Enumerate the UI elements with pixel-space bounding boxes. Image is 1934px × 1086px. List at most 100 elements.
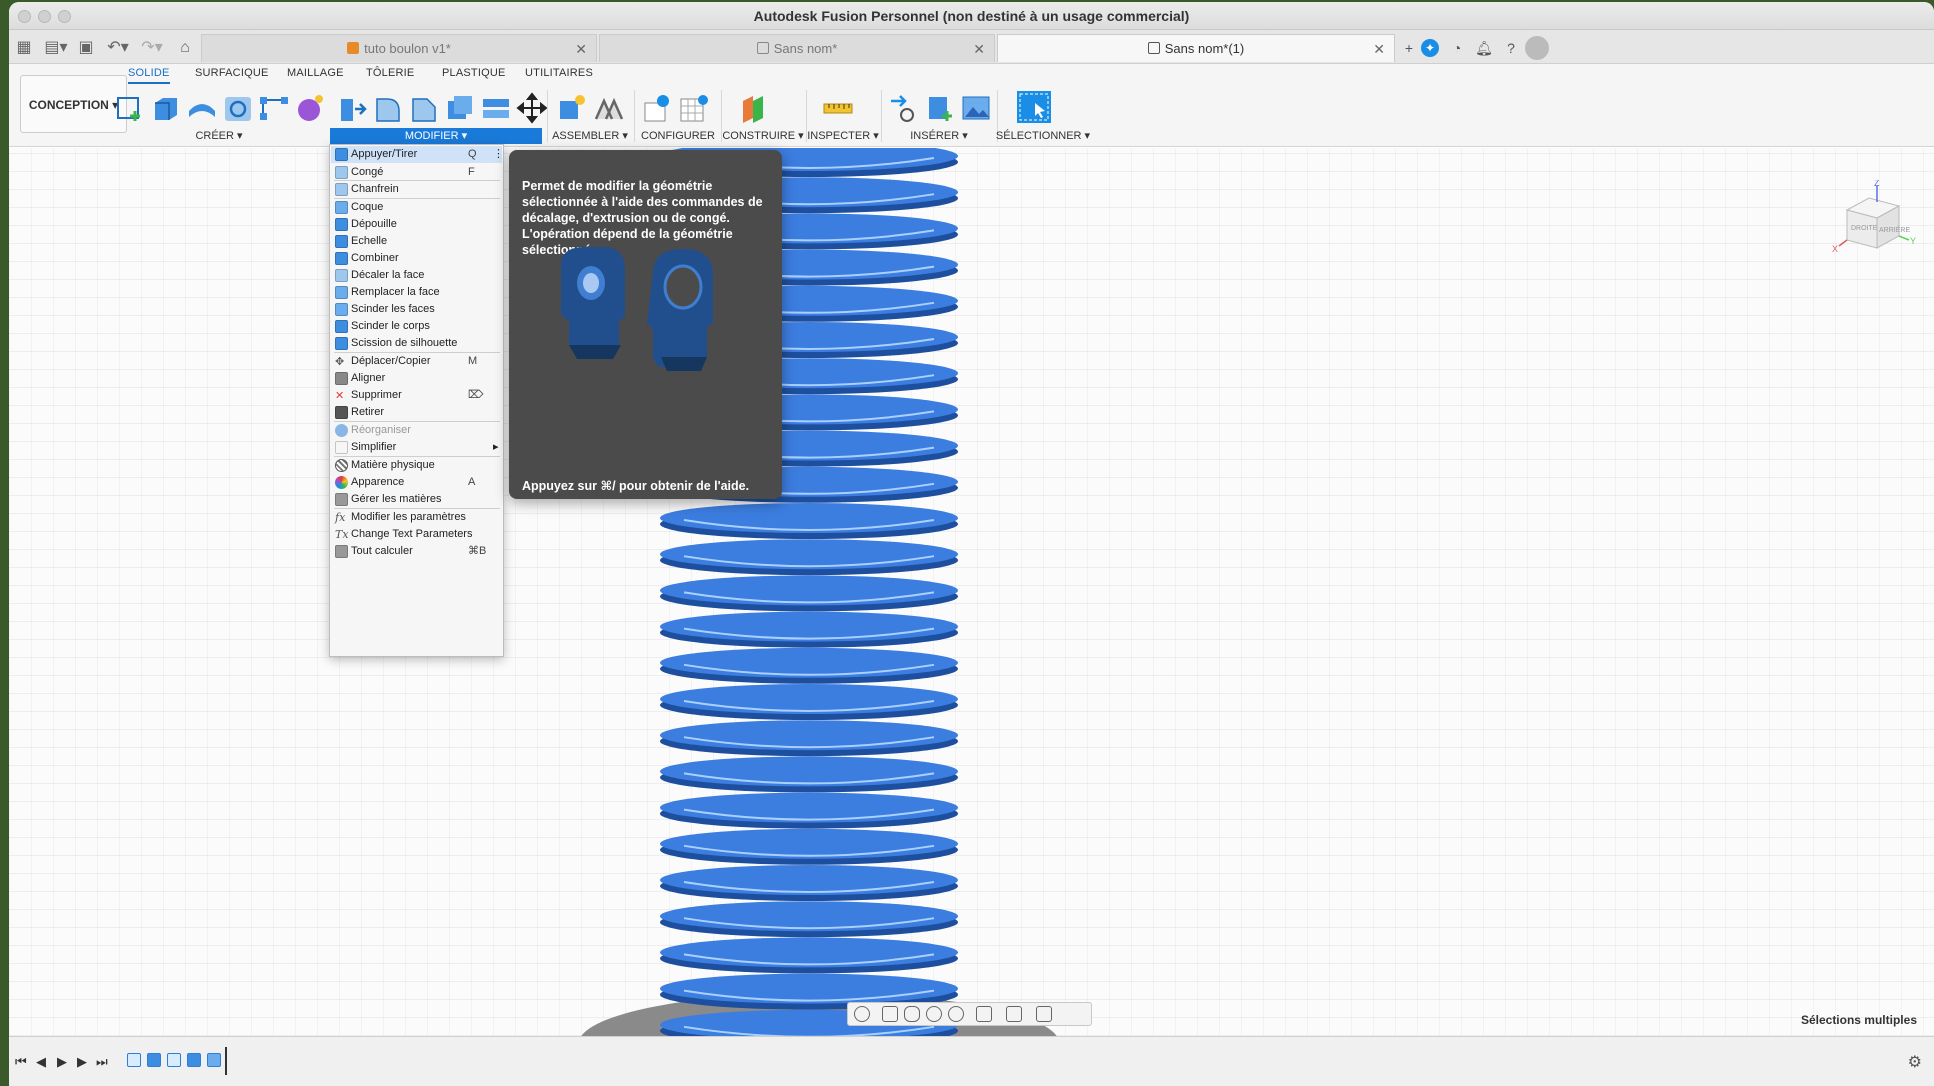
play-icon[interactable]: ▶ <box>57 1054 67 1070</box>
extrude-icon[interactable] <box>149 91 183 125</box>
group-inspecter[interactable]: INSPECTER ▾ <box>806 128 880 144</box>
revolve-icon[interactable] <box>185 91 219 125</box>
save-icon[interactable]: ▣ <box>75 37 97 59</box>
menu-item-silhouette-split[interactable]: Scission de silhouette <box>331 335 502 352</box>
chamfer-icon[interactable] <box>407 91 441 125</box>
grid-apps-icon[interactable]: ▦ <box>13 37 35 59</box>
configure-icon[interactable] <box>641 91 675 125</box>
menu-item-fx[interactable]: fx Modifier les paramètres <box>331 509 502 526</box>
3d-viewport[interactable]: DROITE ARRIÈRE Z X Y Sélections multiple… <box>9 148 1934 1036</box>
home-icon[interactable]: ⌂ <box>174 37 196 59</box>
menu-item-physical-material[interactable]: Matière physique <box>331 457 502 474</box>
configuration-table-icon[interactable] <box>677 91 711 125</box>
group-assembler[interactable]: ASSEMBLER ▾ <box>549 128 631 144</box>
close-tab-icon[interactable]: ✕ <box>973 35 985 63</box>
new-component-icon[interactable] <box>555 91 589 125</box>
more-options-icon[interactable]: ⋮ <box>493 146 504 163</box>
close-tab-icon[interactable]: ✕ <box>1373 35 1385 63</box>
tab-tolerie[interactable]: TÔLERIE <box>366 67 414 79</box>
select-icon[interactable] <box>1015 89 1053 125</box>
press-pull-icon[interactable] <box>335 91 369 125</box>
menu-item-appearance[interactable]: Apparence A <box>331 474 502 491</box>
tab-surfacique[interactable]: SURFACIQUE <box>195 67 269 79</box>
tab-tuto-boulon[interactable]: tuto boulon v1* ✕ <box>201 34 597 62</box>
menu-item-align[interactable]: Aligner <box>331 370 502 387</box>
go-to-start-icon[interactable]: ⏮ <box>15 1054 27 1070</box>
menu-item-chamfer[interactable]: Chanfrein <box>331 181 502 198</box>
redo-icon[interactable]: ↷▾ <box>137 37 167 59</box>
zoom-icon[interactable] <box>926 1006 942 1022</box>
menu-item-compute[interactable]: Tout calculer ⌘B <box>331 543 502 560</box>
group-inserer[interactable]: INSÉRER ▾ <box>885 128 993 144</box>
fit-icon[interactable] <box>948 1006 964 1022</box>
menu-item-tx[interactable]: Tx Change Text Parameters <box>331 526 502 543</box>
display-settings-icon[interactable] <box>976 1006 992 1022</box>
tab-sans-nom[interactable]: Sans nom* ✕ <box>599 34 995 62</box>
tab-solide[interactable]: SOLIDE <box>128 67 170 84</box>
tab-maillage[interactable]: MAILLAGE <box>287 67 344 79</box>
menu-item-split-body[interactable]: Scinder le corps <box>331 318 502 335</box>
form-icon[interactable] <box>293 91 327 125</box>
undo-icon[interactable]: ↶▾ <box>103 37 133 59</box>
insert-derive-icon[interactable] <box>887 91 921 125</box>
help-icon[interactable]: ? <box>1499 36 1523 60</box>
menu-item-delete[interactable]: ✕ Supprimer ⌦ <box>331 387 502 404</box>
create-sketch-icon[interactable] <box>113 91 147 125</box>
shell-icon[interactable] <box>443 91 477 125</box>
menu-item-manage-materials[interactable]: Gérer les matières <box>331 491 502 508</box>
timeline-feature-extrude[interactable] <box>147 1053 161 1067</box>
move-copy-icon[interactable] <box>515 91 549 125</box>
timeline-marker[interactable] <box>225 1047 227 1075</box>
workspace-selector[interactable]: CONCEPTION ▾ <box>20 75 127 133</box>
go-to-end-icon[interactable]: ⏭ <box>96 1054 108 1070</box>
menu-item-fillet[interactable]: Congé F <box>331 164 502 181</box>
fillet-icon[interactable] <box>371 91 405 125</box>
close-tab-icon[interactable]: ✕ <box>575 35 587 63</box>
menu-item-press-pull[interactable]: Appuyer/Tirer Q ⋮ <box>331 146 504 163</box>
hole-icon[interactable] <box>221 91 255 125</box>
menu-item-split-face[interactable]: Scinder les faces <box>331 301 502 318</box>
menu-item-offset-face[interactable]: Décaler la face <box>331 267 502 284</box>
viewports-icon[interactable] <box>1036 1006 1052 1022</box>
menu-item-rearrange[interactable]: Réorganiser <box>331 422 502 439</box>
look-at-icon[interactable] <box>882 1006 898 1022</box>
job-status-icon[interactable]: ◔ <box>1445 36 1469 60</box>
timeline-feature-extrude[interactable] <box>187 1053 201 1067</box>
group-construire[interactable]: CONSTRUIRE ▾ <box>721 128 805 144</box>
grid-settings-icon[interactable] <box>1006 1006 1022 1022</box>
tab-sans-nom-1[interactable]: Sans nom*(1) ✕ <box>997 34 1395 62</box>
orbit-icon[interactable] <box>854 1006 870 1022</box>
menu-item-combine[interactable]: Combiner <box>331 250 502 267</box>
step-forward-icon[interactable]: ▶ <box>77 1054 87 1070</box>
menu-item-scale[interactable]: Echelle <box>331 233 502 250</box>
combine-icon[interactable] <box>479 91 513 125</box>
menu-item-simplify[interactable]: Simplifier ▸ <box>331 439 502 456</box>
menu-item-replace-face[interactable]: Remplacer la face <box>331 284 502 301</box>
notifications-icon[interactable]: 🔔︎ <box>1472 36 1496 60</box>
avatar[interactable] <box>1525 36 1549 60</box>
group-modifier[interactable]: MODIFIER ▾ <box>330 128 542 144</box>
joint-icon[interactable] <box>591 91 625 125</box>
measure-icon[interactable] <box>821 91 855 125</box>
insert-canvas-icon[interactable] <box>959 91 993 125</box>
tab-utilitaires[interactable]: UTILITAIRES <box>525 67 593 79</box>
pan-icon[interactable] <box>904 1006 920 1022</box>
pattern-icon[interactable] <box>257 91 291 125</box>
group-selectionner[interactable]: SÉLECTIONNER ▾ <box>993 128 1093 144</box>
viewcube[interactable]: DROITE ARRIÈRE Z X Y <box>1829 180 1919 270</box>
menu-item-draft[interactable]: Dépouille <box>331 216 502 233</box>
step-back-icon[interactable]: ◀ <box>36 1054 46 1070</box>
menu-item-remove[interactable]: Retirer <box>331 404 502 421</box>
group-configurer[interactable]: CONFIGURER ▾ <box>637 128 719 158</box>
tab-plastique[interactable]: PLASTIQUE <box>442 67 506 79</box>
new-tab-icon[interactable]: + <box>1397 36 1421 60</box>
timeline-feature-sketch[interactable] <box>127 1053 141 1067</box>
timeline-settings-icon[interactable]: ⚙ <box>1908 1052 1922 1072</box>
insert-mesh-icon[interactable] <box>923 91 957 125</box>
group-creer[interactable]: CRÉER ▾ <box>179 128 259 144</box>
bolt-model[interactable] <box>9 148 1934 1036</box>
menu-item-shell[interactable]: Coque <box>331 199 502 216</box>
offset-plane-icon[interactable] <box>737 91 771 125</box>
timeline-feature-coil[interactable] <box>207 1053 221 1067</box>
file-menu-icon[interactable]: ▤▾ <box>41 37 71 59</box>
